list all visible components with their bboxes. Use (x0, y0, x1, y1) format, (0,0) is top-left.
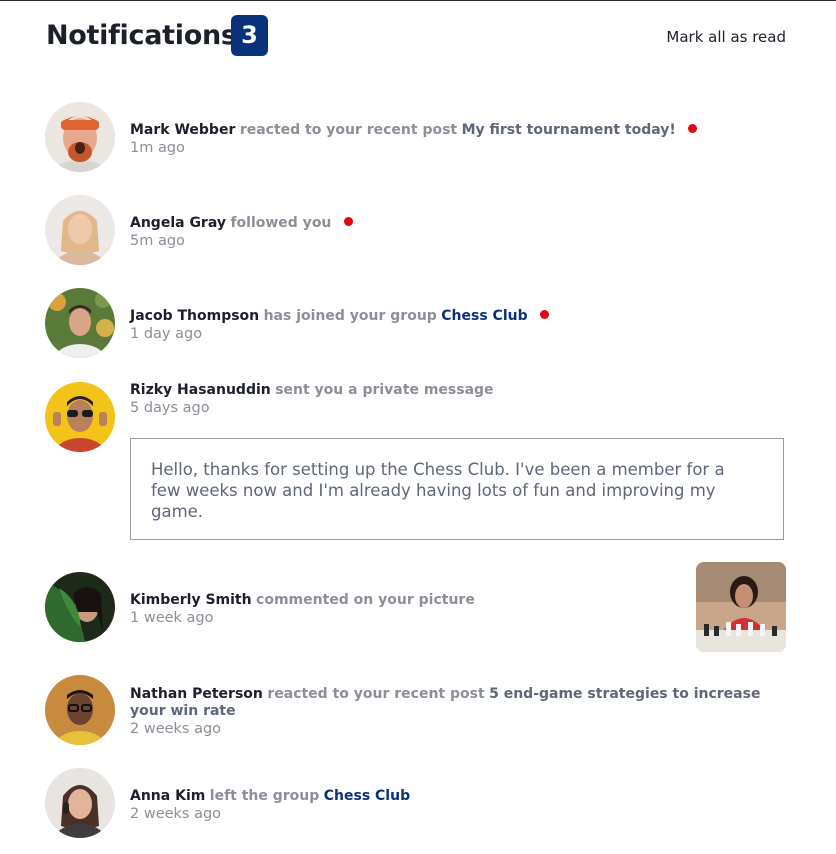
avatar-photo-icon (45, 382, 115, 452)
avatar-photo-icon (45, 102, 115, 172)
avatar[interactable] (45, 675, 115, 745)
avatar[interactable] (45, 572, 115, 642)
notification-action: reacted to your recent post (267, 686, 485, 702)
user-name[interactable]: Rizky Hasanuddin (130, 382, 271, 398)
user-name[interactable]: Jacob Thompson (130, 308, 259, 324)
user-name[interactable]: Kimberly Smith (130, 592, 252, 608)
notification-time: 1m ago (130, 140, 185, 156)
avatar-photo-icon (45, 572, 115, 642)
avatar-photo-icon (45, 288, 115, 358)
notification-item[interactable]: Nathan Peterson reacted to your recent p… (45, 675, 786, 745)
unread-dot (343, 217, 353, 226)
unread-count-badge: 3 (231, 15, 268, 56)
post-link[interactable]: My first tournament today! (462, 122, 676, 138)
notification-text: Mark Webber reacted to your recent post … (130, 122, 786, 157)
group-link[interactable]: Chess Club (441, 308, 527, 324)
avatar-photo-icon (45, 195, 115, 265)
notification-text: Kimberly Smith commented on your picture… (130, 592, 676, 627)
avatar[interactable] (45, 288, 115, 358)
notification-item[interactable]: Angela Gray followed you 5m ago (45, 195, 786, 265)
user-name[interactable]: Anna Kim (130, 788, 205, 804)
notification-action: left the group (209, 788, 320, 804)
private-message-preview[interactable]: Hello, thanks for setting up the Chess C… (130, 438, 784, 540)
notification-action: commented on your picture (256, 592, 475, 608)
notifications-header: Notifications 3 Mark all as read (46, 15, 786, 57)
notification-item[interactable]: Kimberly Smith commented on your picture… (45, 572, 786, 642)
user-name[interactable]: Mark Webber (130, 122, 235, 138)
notification-time: 2 weeks ago (130, 806, 222, 822)
notification-action: sent you a private message (275, 382, 494, 398)
notification-time: 5m ago (130, 233, 185, 249)
user-name[interactable]: Angela Gray (130, 215, 226, 231)
notification-text: Rizky Hasanuddin sent you a private mess… (130, 382, 786, 417)
page-title: Notifications (46, 20, 237, 51)
notification-action: has joined your group (263, 308, 437, 324)
notification-time: 5 days ago (130, 400, 210, 416)
notification-item[interactable]: Anna Kim left the group Chess Club 2 wee… (45, 768, 786, 838)
unread-dot (540, 310, 550, 319)
notification-text: Jacob Thompson has joined your group Che… (130, 308, 786, 343)
notification-action: followed you (230, 215, 332, 231)
chess-photo-icon (696, 562, 786, 652)
avatar[interactable] (45, 382, 115, 452)
avatar-photo-icon (45, 675, 115, 745)
notification-item[interactable]: Jacob Thompson has joined your group Che… (45, 288, 786, 358)
avatar[interactable] (45, 768, 115, 838)
unread-dot (688, 124, 698, 133)
commented-picture-thumbnail[interactable] (696, 562, 786, 652)
notification-time: 2 weeks ago (130, 721, 222, 737)
notification-time: 1 day ago (130, 326, 203, 342)
user-name[interactable]: Nathan Peterson (130, 686, 263, 702)
notification-text: Angela Gray followed you 5m ago (130, 215, 786, 250)
mark-all-as-read-button[interactable]: Mark all as read (666, 28, 786, 46)
notification-action: reacted to your recent post (239, 122, 458, 138)
avatar[interactable] (45, 102, 115, 172)
avatar[interactable] (45, 195, 115, 265)
notification-text: Anna Kim left the group Chess Club 2 wee… (130, 788, 786, 823)
notification-text: Nathan Peterson reacted to your recent p… (130, 686, 786, 738)
avatar-photo-icon (45, 768, 115, 838)
notification-time: 1 week ago (130, 610, 214, 626)
notification-item[interactable]: Mark Webber reacted to your recent post … (45, 102, 786, 172)
group-link[interactable]: Chess Club (324, 788, 410, 804)
